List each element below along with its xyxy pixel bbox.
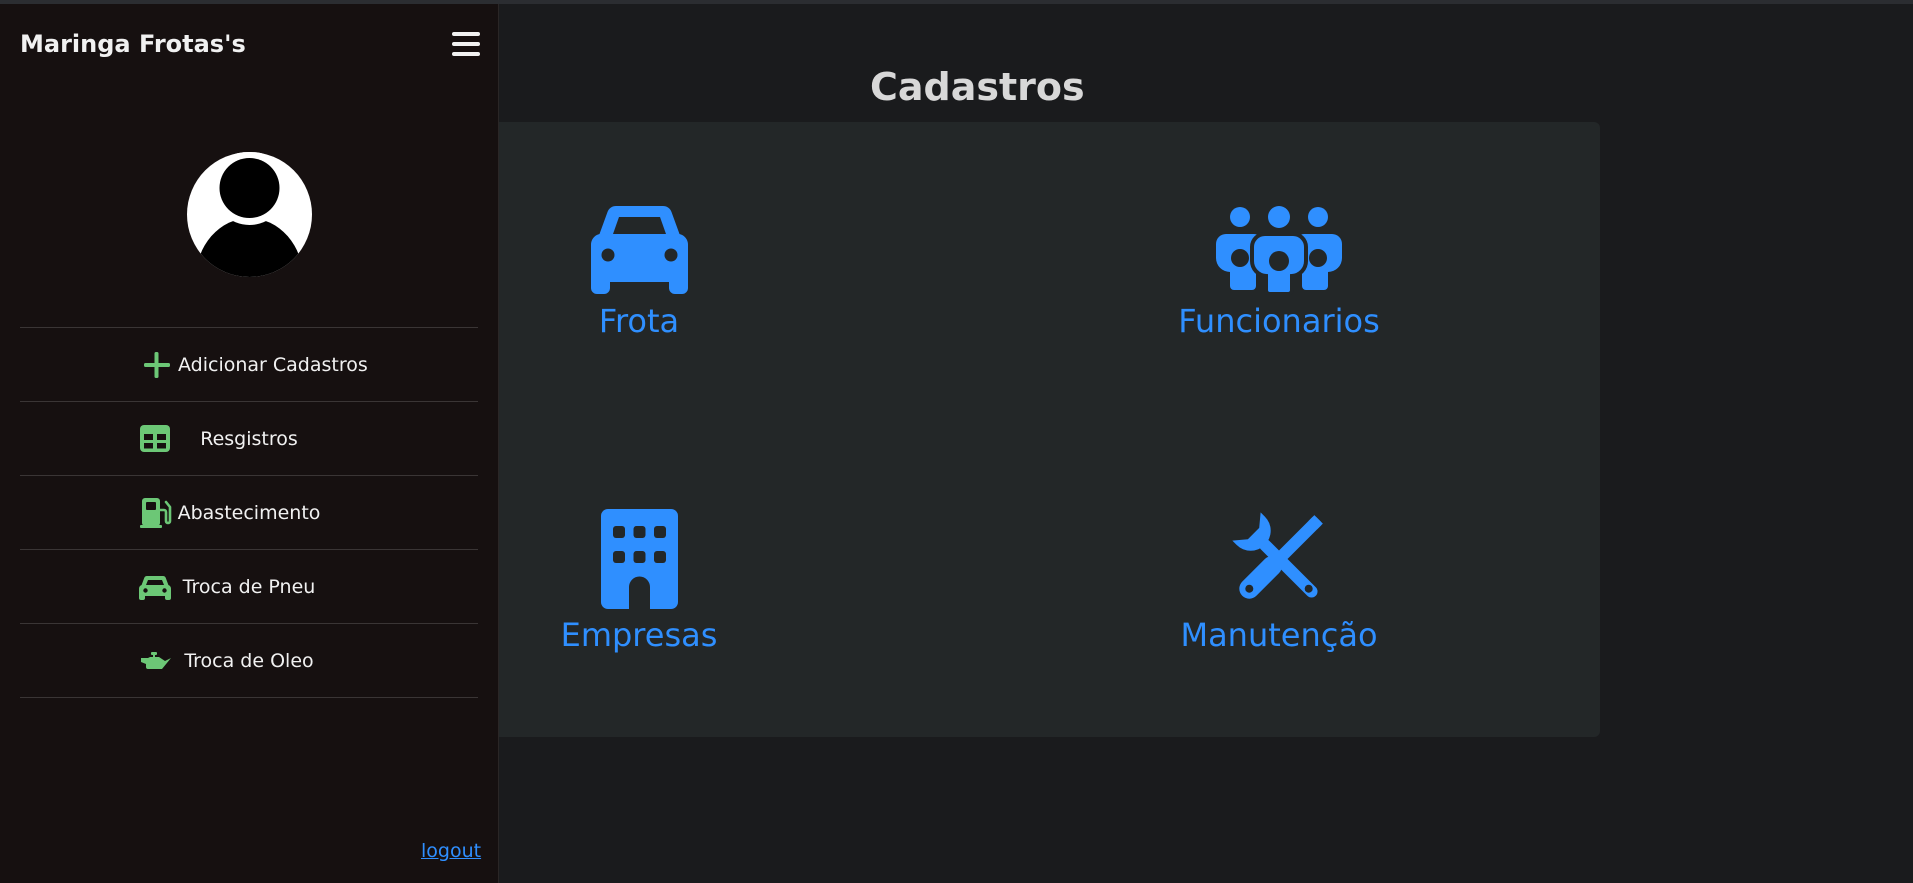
screwdriver-wrench-icon [1231, 512, 1323, 599]
user-avatar-icon [187, 152, 312, 277]
sidebar-menu: Adicionar Cadastros Resgistros Abastecim… [20, 327, 478, 698]
cadastros-panel: Frota Funcionarios Empresas Manutenção [499, 122, 1600, 737]
card-label: Manutenção [1180, 616, 1378, 654]
people-group-icon [1216, 206, 1342, 295]
brand-title: Maringa Frotas's [20, 30, 246, 58]
sidebar-item-label: Resgistros [200, 427, 298, 450]
sidebar: Maringa Frotas's Adicionar Cadastros Res… [0, 4, 499, 883]
card-funcionarios[interactable]: Funcionarios [1149, 206, 1409, 341]
sidebar-item-troca-de-oleo[interactable]: Troca de Oleo [20, 624, 478, 698]
sidebar-item-resgistros[interactable]: Resgistros [20, 402, 478, 476]
plus-icon [140, 348, 174, 382]
card-label: Funcionarios [1178, 302, 1380, 340]
car-icon [590, 206, 688, 294]
hamburger-menu-icon[interactable] [452, 32, 480, 56]
avatar [187, 152, 312, 277]
sidebar-item-adicionar-cadastros[interactable]: Adicionar Cadastros [20, 328, 478, 402]
sidebar-item-label: Abastecimento [177, 501, 321, 524]
card-label: Empresas [560, 616, 718, 654]
logout-link[interactable]: logout [421, 840, 481, 862]
sidebar-item-label: Troca de Oleo [184, 649, 314, 672]
card-label: Frota [598, 302, 680, 340]
card-manutencao[interactable]: Manutenção [1149, 509, 1409, 655]
sidebar-item-label: Troca de Pneu [182, 575, 316, 598]
building-icon [600, 509, 678, 609]
card-frota[interactable]: Frota [509, 206, 769, 341]
sidebar-item-troca-de-pneu[interactable]: Troca de Pneu [20, 550, 478, 624]
page-title: Cadastros [870, 65, 1085, 109]
card-empresas[interactable]: Empresas [509, 509, 769, 655]
sidebar-item-abastecimento[interactable]: Abastecimento [20, 476, 478, 550]
sidebar-item-label: Adicionar Cadastros [178, 353, 368, 376]
